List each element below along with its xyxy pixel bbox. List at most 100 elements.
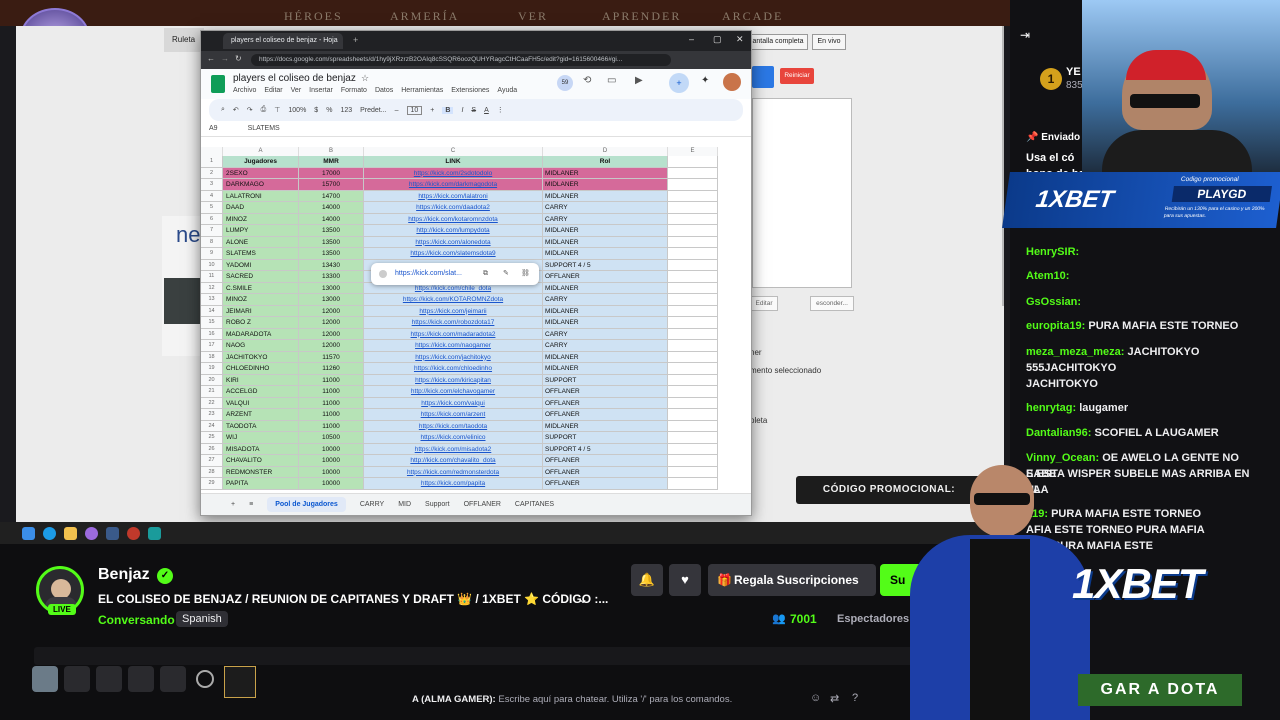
cell-empty[interactable] <box>668 420 718 432</box>
link-preview-popup[interactable]: https://kick.com/slat... ⧉ ✎ ⛓ <box>371 263 539 285</box>
cell-mmr[interactable]: 12000 <box>299 317 364 329</box>
cell-link[interactable]: https://kick.com/papita <box>364 478 543 490</box>
cell-player[interactable]: CHLOEDINHO <box>223 363 299 375</box>
cell-empty[interactable] <box>668 282 718 294</box>
reload-icon[interactable]: ↻ <box>235 54 242 63</box>
cell-link[interactable]: http://kick.com/elchavogamer <box>364 386 543 398</box>
cell-role[interactable]: OFFLANER <box>543 455 668 467</box>
cell-player[interactable]: MADARADOTA <box>223 328 299 340</box>
cell-role[interactable]: MIDLANER <box>543 167 668 179</box>
tab-pool-de-jugadores[interactable]: Pool de Jugadores <box>267 497 346 512</box>
cell-role[interactable]: MIDLANER <box>543 282 668 294</box>
cell-mmr[interactable]: 13500 <box>299 248 364 260</box>
italic-button[interactable]: I <box>461 107 463 114</box>
windows-start-icon[interactable] <box>22 526 35 540</box>
menu-insertar[interactable]: Insertar <box>309 87 333 94</box>
row-number[interactable]: 16 <box>201 328 223 340</box>
row-number[interactable]: 14 <box>201 305 223 317</box>
steam-icon[interactable] <box>106 526 119 540</box>
sub-badge-slot[interactable] <box>96 666 122 692</box>
col-header-d[interactable]: D <box>543 147 668 156</box>
cell-mmr[interactable]: 12000 <box>299 328 364 340</box>
cell-mmr[interactable]: 12000 <box>299 340 364 352</box>
cell-mmr[interactable]: 11000 <box>299 409 364 421</box>
zoom-select[interactable]: 100% <box>288 107 306 114</box>
cell-link[interactable]: https://kick.com/arzent <box>364 409 543 421</box>
cell-link[interactable]: https://kick.com/lalatroni <box>364 190 543 202</box>
row-number[interactable]: 24 <box>201 420 223 432</box>
url-field[interactable]: https://docs.google.com/spreadsheets/d/1… <box>251 54 671 66</box>
menu-archivo[interactable]: Archivo <box>233 87 256 94</box>
cell-mmr[interactable]: 14700 <box>299 190 364 202</box>
cell-empty[interactable] <box>668 363 718 375</box>
cell-link[interactable]: https://kick.com/taodota <box>364 420 543 432</box>
edit-button[interactable]: Editar <box>750 296 778 311</box>
sub-badge-slot[interactable] <box>32 666 58 692</box>
cell-link[interactable]: https://kick.com/jeimarii <box>364 305 543 317</box>
cell-empty[interactable] <box>668 374 718 386</box>
tab-carry[interactable]: CARRY <box>360 501 384 508</box>
cell-role[interactable]: CARRY <box>543 294 668 306</box>
font-select[interactable]: Predet... <box>360 107 386 114</box>
row-number[interactable]: 29 <box>201 478 223 490</box>
cell-role[interactable]: SUPPORT 4 / 5 <box>543 259 668 271</box>
stream-category[interactable]: Conversando <box>98 613 175 627</box>
cell-empty[interactable] <box>668 225 718 237</box>
meet-icon[interactable]: ▶ <box>635 75 643 86</box>
tab-offlaner[interactable]: OFFLANER <box>464 501 501 508</box>
cell-mmr[interactable]: 13000 <box>299 294 364 306</box>
cell-player[interactable]: MINOZ <box>223 213 299 225</box>
cell-player[interactable]: ACCELGD <box>223 386 299 398</box>
cell-player[interactable]: SLATEMS <box>223 248 299 260</box>
row-number[interactable]: 23 <box>201 409 223 421</box>
cell-player[interactable]: NAOG <box>223 340 299 352</box>
undo-icon[interactable]: ↶ <box>233 106 239 114</box>
cell-mmr[interactable]: 10500 <box>299 432 364 444</box>
all-sheets-icon[interactable]: ≡ <box>249 501 253 508</box>
row-number[interactable]: 4 <box>201 190 223 202</box>
cell-player[interactable]: SACRED <box>223 271 299 283</box>
col-header-a[interactable]: A <box>223 147 299 156</box>
sub-badge-slot[interactable] <box>128 666 154 692</box>
cell-empty[interactable] <box>668 248 718 260</box>
cell-link[interactable]: http://kick.com/lumpydota <box>364 225 543 237</box>
sub-badge-slot[interactable] <box>64 666 90 692</box>
gift-subscriptions-button[interactable]: 🎁 Regala Suscripciones <box>708 564 876 596</box>
browser-tab[interactable]: players el coliseo de benjaz - Hoja <box>223 33 343 49</box>
cell-player[interactable]: LALATRONI <box>223 190 299 202</box>
cell-link[interactable]: https://kick.com/darkmagodota <box>364 179 543 191</box>
cell-link[interactable]: https://kick.com/slatemsdota9 <box>364 248 543 260</box>
collaborator-count[interactable]: 59 <box>557 75 573 91</box>
cell-player[interactable]: CHAVALITO <box>223 455 299 467</box>
cell-mmr[interactable]: 14000 <box>299 213 364 225</box>
maximize-icon[interactable]: ▢ <box>713 34 722 45</box>
chat-user[interactable]: henrytag: <box>1026 402 1076 414</box>
sub-badge-slot[interactable] <box>160 666 186 692</box>
row-number[interactable]: 20 <box>201 374 223 386</box>
cell-player[interactable]: ROBO Z <box>223 317 299 329</box>
row-number[interactable]: 2 <box>201 167 223 179</box>
cell-empty[interactable] <box>668 167 718 179</box>
comment-icon[interactable]: ▭ <box>607 75 616 86</box>
menu-herramientas[interactable]: Herramientas <box>401 87 443 94</box>
add-sheet-icon[interactable]: + <box>231 501 235 508</box>
cell-mmr[interactable]: 17000 <box>299 167 364 179</box>
row-number[interactable]: 6 <box>201 213 223 225</box>
notification-bell-button[interactable]: 🔔 <box>631 564 663 596</box>
cell-empty[interactable] <box>668 202 718 214</box>
cell-player[interactable]: ARZENT <box>223 409 299 421</box>
chat-user[interactable]: GsOssian: <box>1026 296 1081 308</box>
row-number[interactable]: 15 <box>201 317 223 329</box>
corner-cell[interactable] <box>201 147 223 156</box>
cell-role[interactable]: MIDLANER <box>543 317 668 329</box>
cell-player[interactable]: C.SMILE <box>223 282 299 294</box>
cell-role[interactable]: MIDLANER <box>543 190 668 202</box>
cell-empty[interactable] <box>668 478 718 490</box>
number-format-button[interactable]: 123 <box>340 107 352 114</box>
cell-empty[interactable] <box>668 397 718 409</box>
cell-link[interactable]: https://kick.com/alonedota <box>364 236 543 248</box>
row-number[interactable]: 10 <box>201 259 223 271</box>
cell-player[interactable]: KIRI <box>223 374 299 386</box>
discord-icon[interactable] <box>85 526 98 540</box>
cell-mmr[interactable]: 13430 <box>299 259 364 271</box>
